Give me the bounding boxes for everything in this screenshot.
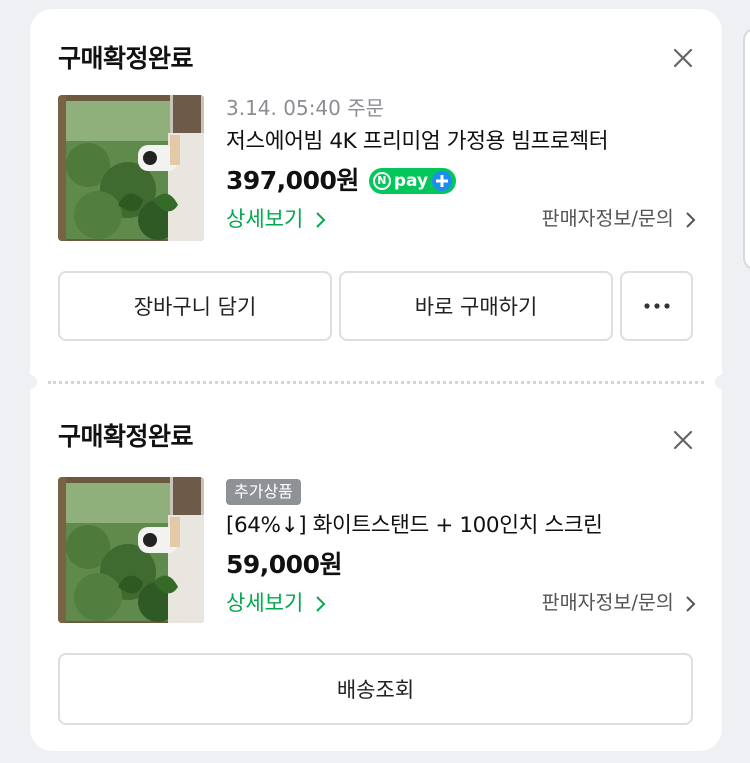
more-dots-icon [643,303,670,309]
divider-notch-right [715,375,729,389]
view-detail-link[interactable]: 상세보기 [226,585,326,621]
product-name[interactable]: [64%↓] 화이트스탠드 + 100인치 스크린 [226,507,696,545]
order-item-1: 구매확정완료 3.14. 05:40 주문 저스에어빔 4K 프리미엄 가정용 … [30,9,722,377]
close-icon [673,48,693,68]
view-detail-link[interactable]: 상세보기 [226,201,326,237]
product-name[interactable]: 저스에어빔 4K 프리미엄 가정용 빔프로젝터 [226,123,696,161]
more-options-button[interactable] [620,271,693,341]
order-status: 구매확정완료 [58,44,194,73]
chevron-right-icon [316,212,326,228]
npay-plus-logo: N pay [368,168,457,194]
product-photo [58,95,204,241]
price-row: 397,000원 N pay [226,161,696,201]
track-delivery-button[interactable]: 배송조회 [58,653,693,725]
links-row: 상세보기 판매자정보/문의 [226,201,696,237]
additional-product-badge: 추가상품 [226,479,301,505]
product-thumbnail[interactable] [58,477,204,623]
chevron-right-icon [316,596,326,612]
order-history-page: 구매확정완료 3.14. 05:40 주문 저스에어빔 4K 프리미엄 가정용 … [0,0,750,763]
chevron-right-icon [686,595,696,612]
price-row: 59,000원 [226,545,696,585]
product-thumbnail[interactable] [58,95,204,241]
add-to-cart-button[interactable]: 장바구니 담기 [58,271,332,341]
order-card: 구매확정완료 3.14. 05:40 주문 저스에어빔 4K 프리미엄 가정용 … [23,9,729,751]
chevron-right-icon [686,211,696,228]
adjacent-card-edge [743,28,750,270]
seller-info-link[interactable]: 판매자정보/문의 [542,201,696,237]
view-detail-label: 상세보기 [226,207,304,231]
close-button[interactable] [668,43,698,73]
order-info: 3.14. 05:40 주문 저스에어빔 4K 프리미엄 가정용 빔프로젝터 3… [226,93,696,237]
npay-n-icon: N [372,172,391,190]
close-button[interactable] [668,425,698,455]
divider-notch-left [23,375,37,389]
seller-info-link[interactable]: 판매자정보/문의 [542,585,696,621]
plus-icon [432,171,453,191]
npay-label: pay [393,171,429,191]
product-price: 397,000원 [226,166,359,195]
links-row: 상세보기 판매자정보/문의 [226,585,696,621]
order-date: 3.14. 05:40 주문 [226,96,385,120]
product-price: 59,000원 [226,550,342,579]
section-divider [23,375,729,389]
view-detail-label: 상세보기 [226,591,304,615]
close-icon [673,430,693,450]
seller-info-label: 판매자정보/문의 [541,591,674,614]
order-status: 구매확정완료 [58,422,194,451]
order-info: 추가상품 [64%↓] 화이트스탠드 + 100인치 스크린 59,000원 상… [226,477,696,621]
order-item-2: 구매확정완료 추가상품 [64%↓] 화이트스탠드 + 100인치 스크린 59… [30,393,722,751]
product-photo [58,477,204,623]
divider-dashed-line [48,381,704,384]
seller-info-label: 판매자정보/문의 [541,207,674,230]
buy-now-button[interactable]: 바로 구매하기 [339,271,613,341]
